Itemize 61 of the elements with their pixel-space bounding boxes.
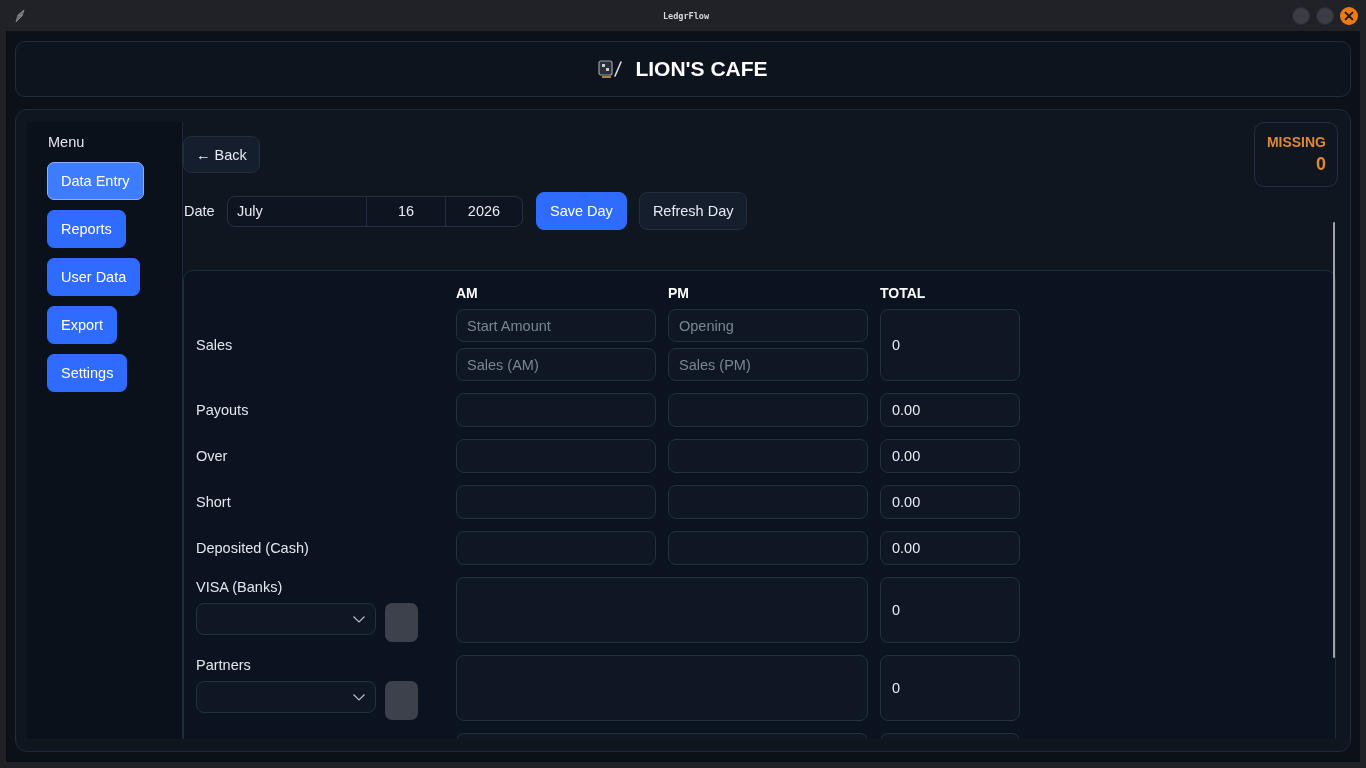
chevron-down-icon	[353, 693, 365, 701]
total-field[interactable]: 0.00	[880, 439, 1020, 473]
total-field[interactable]: 0.00	[880, 531, 1020, 565]
row-label: VISA (Banks)	[196, 578, 283, 597]
row-label: Sales	[196, 337, 233, 353]
missing-count: 0	[1316, 154, 1326, 175]
app-icon	[14, 8, 26, 23]
input-field[interactable]	[668, 393, 868, 427]
window-button[interactable]	[1316, 6, 1334, 25]
total-field[interactable]: 0.00	[880, 393, 1020, 427]
dropdown[interactable]	[196, 681, 376, 713]
row-label: Partners	[196, 656, 251, 675]
month-field[interactable]: July	[228, 196, 366, 226]
input-field[interactable]	[456, 655, 868, 721]
year-field[interactable]: 2026	[445, 196, 522, 226]
input-field[interactable]	[456, 439, 656, 473]
input-field[interactable]	[668, 531, 868, 565]
square-button[interactable]	[385, 681, 418, 720]
refresh-button[interactable]: Refresh Day	[638, 192, 748, 230]
input-field[interactable]: Sales (PM)	[668, 348, 868, 381]
sidebar-item[interactable]: Reports	[47, 210, 126, 248]
row-label: Deposited (Cash)	[196, 540, 309, 556]
back-button[interactable]: ← Back	[183, 136, 260, 173]
square-button[interactable]	[385, 603, 418, 642]
logo-icon	[598, 58, 624, 80]
row-label: Payouts	[196, 402, 249, 418]
sidebar-item[interactable]: Data Entry	[47, 162, 144, 200]
total-field[interactable]: 0	[880, 577, 1020, 643]
chevron-down-icon	[353, 615, 365, 623]
sidebar-item[interactable]: Export	[47, 306, 117, 344]
input-field[interactable]: Start Amount	[456, 309, 656, 342]
menu-heading: Menu	[48, 133, 85, 151]
column-header: TOTAL	[880, 286, 926, 300]
sidebar-item[interactable]: User Data	[47, 258, 141, 296]
input-field[interactable]: Sales (AM)	[456, 348, 656, 381]
total-field[interactable]: 0	[880, 655, 1020, 721]
column-header: PM	[668, 286, 689, 300]
input-field[interactable]: Opening	[668, 309, 868, 342]
input-field[interactable]	[456, 577, 868, 643]
column-header: AM	[456, 286, 478, 300]
input-field[interactable]	[668, 439, 868, 473]
dropdown[interactable]	[196, 603, 376, 635]
day-field[interactable]: 16	[366, 196, 445, 226]
total-field[interactable]: 0.00	[880, 485, 1020, 519]
input-field[interactable]	[456, 393, 656, 427]
input-field[interactable]	[456, 485, 656, 519]
input-field[interactable]	[456, 531, 656, 565]
date-label: Date	[184, 203, 215, 219]
window-button[interactable]	[1292, 6, 1310, 25]
missing-label: MISSING	[1266, 134, 1326, 150]
scrollbar[interactable]	[1333, 222, 1335, 658]
save-button[interactable]: Save Day	[536, 192, 627, 230]
total-field[interactable]: 0	[880, 309, 1020, 381]
sidebar-item[interactable]: Settings	[47, 354, 128, 392]
window-title: LedgrFlow	[662, 10, 710, 21]
date-field[interactable]: July 16 2026	[227, 195, 523, 227]
close-icon[interactable]	[1340, 6, 1358, 25]
cafe-title: LION'S CAFE	[635, 57, 768, 81]
row-label: Short	[196, 494, 231, 510]
input-field[interactable]	[668, 485, 868, 519]
row-label: Over	[196, 448, 228, 464]
